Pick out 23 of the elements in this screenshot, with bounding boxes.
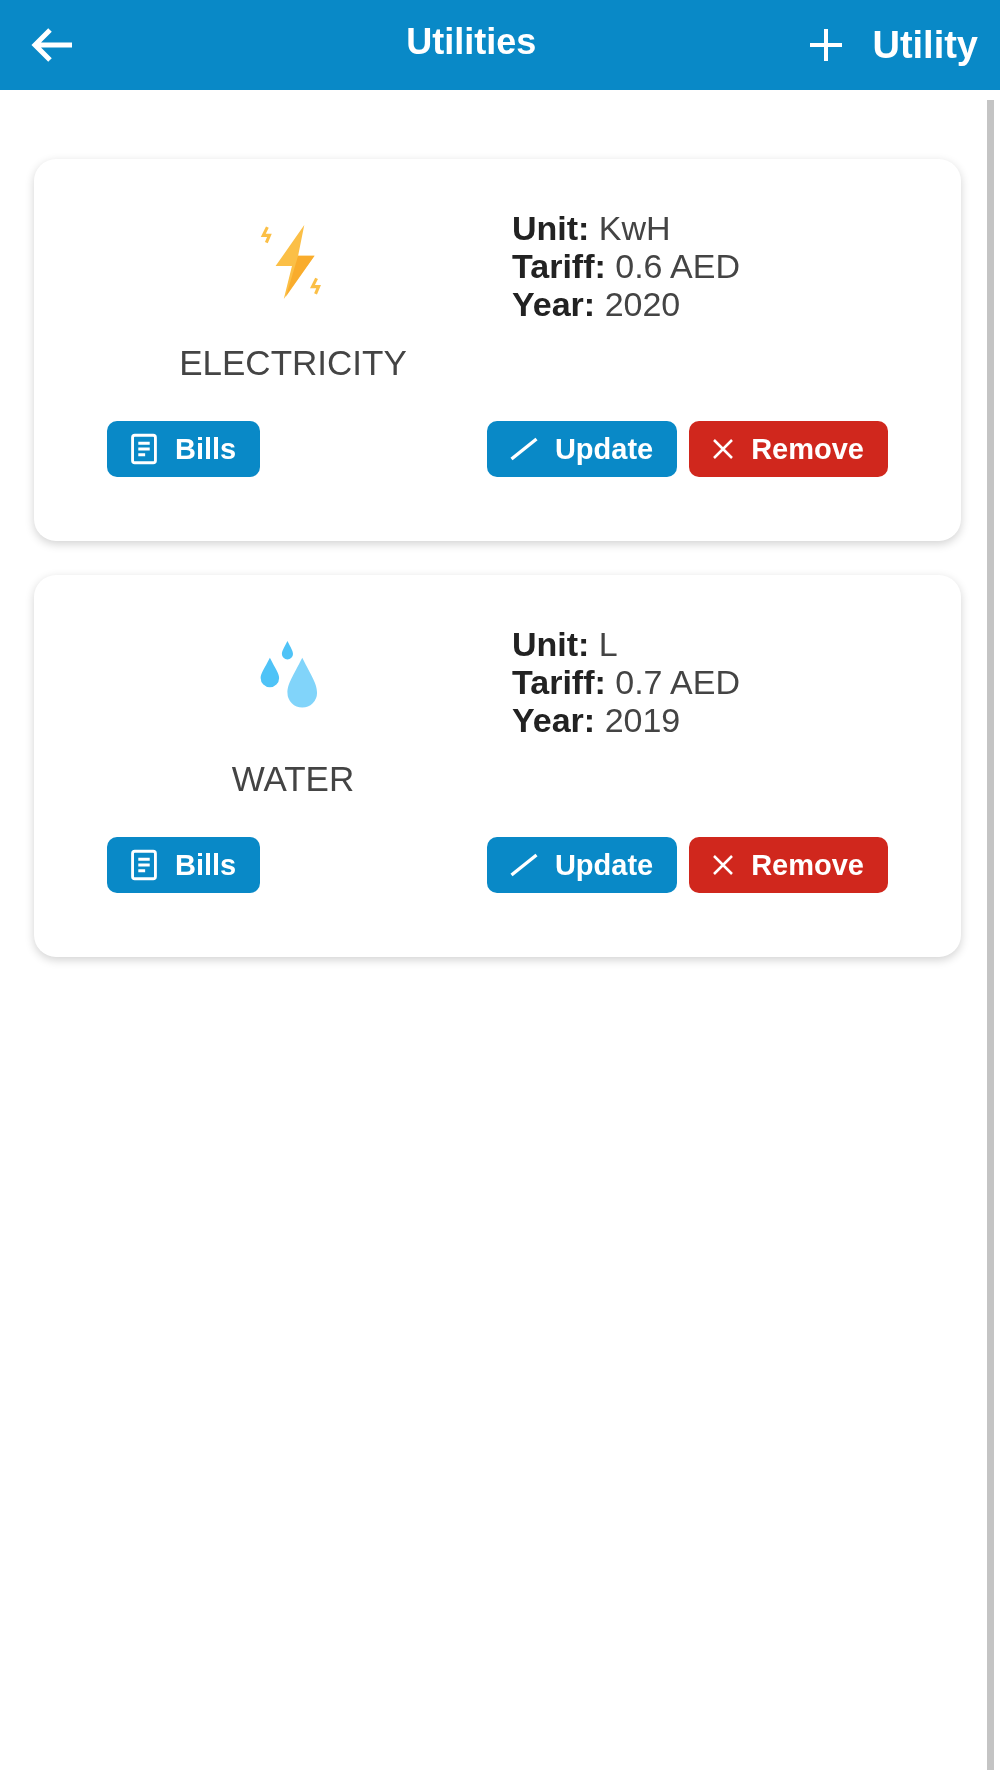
- remove-button[interactable]: Remove: [689, 837, 888, 893]
- bills-button[interactable]: Bills: [107, 837, 261, 893]
- remove-button[interactable]: Remove: [689, 421, 888, 477]
- utility-name: WATER: [231, 759, 355, 799]
- detail-text: Unit: KwH: [512, 209, 672, 247]
- detail-text: Tariff: 0.7 AED: [512, 663, 740, 701]
- page-title: Utilities: [405, 21, 538, 63]
- update-button[interactable]: Update: [486, 421, 678, 477]
- close-icon: [711, 853, 736, 877]
- detail-text: Year: 2019: [512, 701, 682, 739]
- detail-text: Unit: L: [512, 625, 619, 663]
- detail-text: Year: 2020: [512, 285, 682, 323]
- plus-icon: [808, 27, 845, 63]
- bills-button[interactable]: Bills: [107, 421, 261, 477]
- scrollbar[interactable]: [987, 100, 994, 1770]
- document-icon: [129, 849, 159, 881]
- close-icon: [711, 437, 736, 461]
- back-arrow-icon[interactable]: [30, 27, 74, 63]
- detail-text: Tariff: 0.6 AED: [512, 247, 740, 285]
- update-button[interactable]: Update: [486, 837, 678, 893]
- add-utility-button[interactable]: Utility: [808, 23, 978, 67]
- utility-name: ELECTRICITY: [179, 343, 407, 383]
- document-icon: [129, 433, 159, 465]
